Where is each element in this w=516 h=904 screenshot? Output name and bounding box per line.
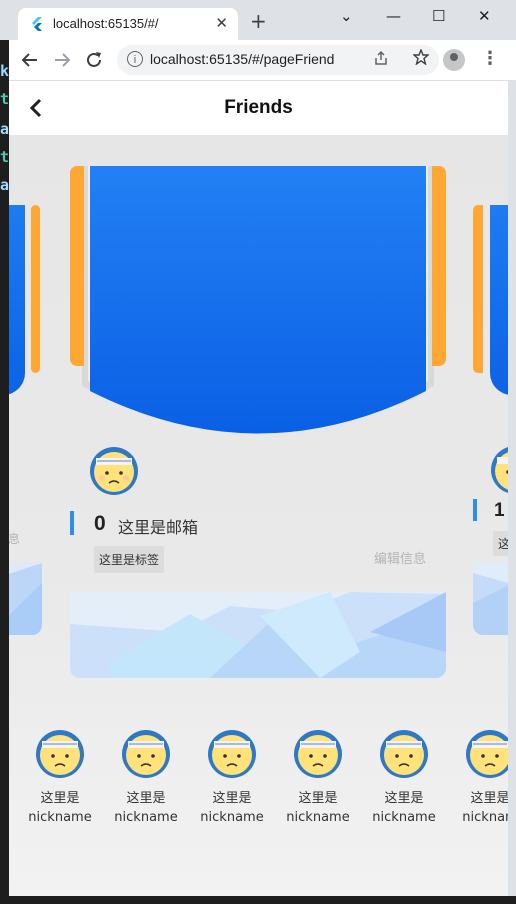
tab-search-icon[interactable]: ⌄ [340,7,353,25]
friend-item[interactable]: 这里是nicknam [455,729,508,827]
friend-nickname: 这里是 nickname [286,791,350,825]
url-text[interactable]: localhost:65135/#/pageFriend [150,51,334,67]
card-side-tab [473,205,483,373]
new-tab-button[interactable]: + [250,11,267,31]
tab-close-icon[interactable]: ✕ [215,14,228,32]
site-info-icon[interactable]: i [127,51,143,67]
app-page: Friends 信息 [9,81,508,896]
browser-tab[interactable]: localhost:65135/#/ ✕ [18,8,238,40]
card-side-tab-right [432,166,446,366]
tag-badge: 这里是标签 [94,546,165,573]
avatar-face-icon [294,730,342,778]
card-banner [9,205,25,395]
friend-card-left[interactable]: 信息 [9,205,44,645]
tab-title: localhost:65135/#/ [53,16,159,31]
friend-count: 0 [94,512,106,535]
card-banner [90,166,426,434]
card-side-tab-left [70,166,84,366]
app-bar: Friends [9,81,508,135]
avatar-face-icon [466,730,508,778]
avatar-face-icon[interactable] [89,446,139,496]
card-poly-background [70,592,446,678]
edit-info-link[interactable]: 信息 [9,530,20,547]
profile-icon[interactable] [443,49,465,71]
avatar-face-icon [122,730,170,778]
bookmark-star-icon[interactable] [413,49,429,65]
back-arrow-icon[interactable] [21,51,39,69]
friend-nickname: 这里是 nickname [200,791,264,825]
avatar-face-icon [208,730,256,778]
tag-badge: 这 [493,531,508,556]
address-toolbar: i localhost:65135/#/pageFriend ⋮ [9,40,516,81]
accent-bar [473,499,477,521]
edit-info-link[interactable]: 编辑信息 [374,548,426,567]
menu-icon[interactable]: ⋮ [481,48,499,69]
avatar-face-icon[interactable] [490,445,508,495]
friend-nickname: 这里是 nickname [114,791,178,825]
flutter-favicon-icon [32,17,42,31]
friend-item[interactable]: 这里是 nickname [111,729,181,827]
friend-nickname: 这里是 nickname [372,791,436,825]
friend-card-main[interactable]: 0 这里是邮箱 这里是标签 编辑信息 [70,166,446,678]
friend-card-right[interactable]: 1 这 [473,205,508,645]
forward-arrow-icon[interactable] [53,51,71,69]
tab-bar: localhost:65135/#/ ✕ + ⌄ — ☐ ✕ [0,0,516,40]
accent-bar [70,511,74,535]
minimize-button[interactable]: — [386,7,401,25]
page-title: Friends [224,97,293,118]
close-window-button[interactable]: ✕ [478,7,491,25]
avatar-face-icon [36,730,84,778]
email-text: 这里是邮箱 [118,518,199,537]
friend-item[interactable]: 这里是 nickname [369,729,439,827]
friend-nickname: 这里是nicknam [462,791,508,825]
reload-icon[interactable] [85,51,103,69]
window-bottom-edge [0,896,516,904]
friend-nickname: 这里是 nickname [28,791,92,825]
friend-item[interactable]: 这里是 nickname [25,729,95,827]
friend-count: 1 [494,500,505,521]
editor-background: k t a t a [0,40,9,904]
share-icon[interactable] [373,50,389,66]
friend-item[interactable]: 这里是 nickname [197,729,267,827]
browser-window: localhost:65135/#/ ✕ + ⌄ — ☐ ✕ i localho… [0,0,516,904]
address-bar[interactable]: i localhost:65135/#/pageFriend [117,45,439,75]
card-poly-background [9,563,42,635]
avatar-face-icon [380,730,428,778]
card-banner [490,205,508,395]
maximize-button[interactable]: ☐ [432,7,445,25]
friend-item[interactable]: 这里是 nickname [283,729,353,827]
card-poly-background [473,563,508,635]
card-side-tab [31,205,40,373]
